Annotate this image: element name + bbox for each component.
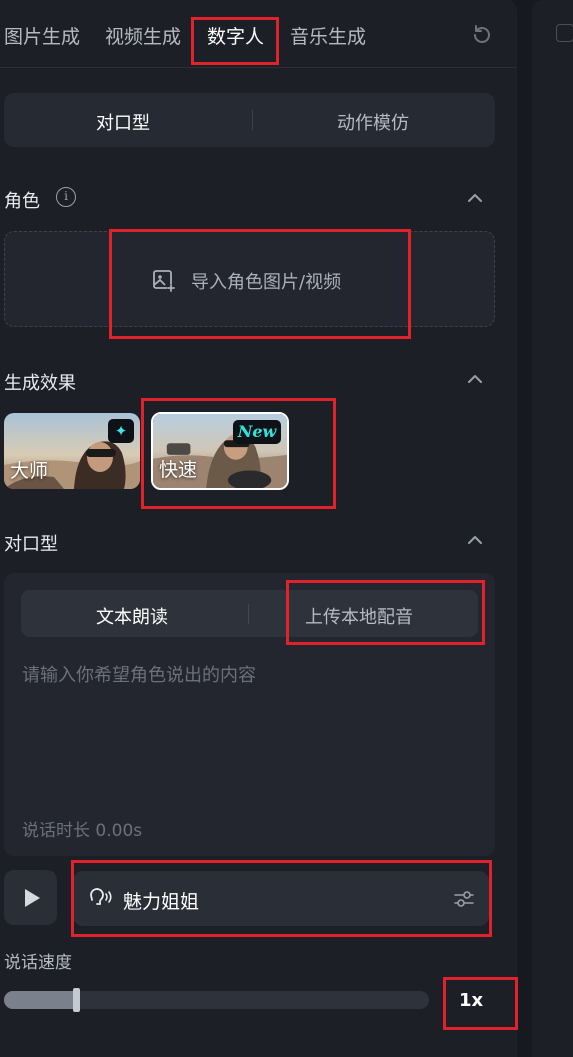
tab-video-gen[interactable]: 视频生成 <box>105 22 181 49</box>
effect-section-title: 生成效果 <box>4 373 76 394</box>
tab-music-gen[interactable]: 音乐生成 <box>290 22 366 49</box>
new-badge: New <box>233 420 281 444</box>
effect-option-label: 快速 <box>159 459 198 481</box>
select-checkbox[interactable] <box>556 24 573 42</box>
voice-name: 魅力姐姐 <box>123 891 200 913</box>
voice-icon <box>90 888 112 905</box>
speed-value[interactable]: 1x <box>459 990 483 1011</box>
role-section-title: 角色 <box>4 191 40 212</box>
active-tab-indicator <box>207 62 265 65</box>
lipsync-source-switch: 文本朗读 上传本地配音 <box>21 590 478 637</box>
image-add-icon <box>153 270 175 292</box>
digital-human-panel: 图片生成 视频生成 数字人 音乐生成 对口型 动作模仿 角色 i 导入角色图片/… <box>0 0 517 1057</box>
chevron-up-icon[interactable] <box>466 192 484 204</box>
tab-text-reading[interactable]: 文本朗读 <box>96 603 168 629</box>
tab-upload-local-audio[interactable]: 上传本地配音 <box>305 603 413 629</box>
effect-option-master[interactable]: ✦ 大师 <box>4 413 140 489</box>
refresh-icon[interactable] <box>470 23 494 47</box>
tab-digital-human[interactable]: 数字人 <box>207 22 264 49</box>
import-role-label: 导入角色图片/视频 <box>191 272 342 293</box>
settings-sliders-icon[interactable] <box>453 888 475 910</box>
mode-lipsync[interactable]: 对口型 <box>96 109 150 135</box>
play-preview-button[interactable] <box>4 870 57 925</box>
mode-motion-imitate[interactable]: 动作模仿 <box>337 109 409 135</box>
sparkle-badge: ✦ <box>108 419 134 443</box>
lipsync-divider <box>248 604 249 624</box>
speech-duration: 说话时长 0.00s <box>22 821 143 841</box>
voice-selector[interactable]: 魅力姐姐 <box>73 871 489 926</box>
tab-bar: 图片生成 视频生成 数字人 音乐生成 <box>0 0 517 68</box>
preview-panel <box>532 0 573 1057</box>
mode-divider <box>252 110 253 130</box>
effect-option-fast[interactable]: New 快速 <box>151 412 289 490</box>
lipsync-input-box: 文本朗读 上传本地配音 请输入你希望角色说出的内容 说话时长 0.00s <box>4 573 495 856</box>
effect-option-label: 大师 <box>10 460 49 482</box>
speed-slider-fill <box>4 991 76 1009</box>
tab-image-gen[interactable]: 图片生成 <box>4 22 80 49</box>
script-text-input[interactable]: 请输入你希望角色说出的内容 <box>22 661 256 687</box>
chevron-up-icon[interactable] <box>466 373 484 385</box>
speed-slider-handle[interactable] <box>73 988 80 1012</box>
import-role-dropzone[interactable]: 导入角色图片/视频 <box>4 231 495 327</box>
speed-section-title: 说话速度 <box>4 953 72 973</box>
play-icon <box>25 889 40 907</box>
speed-slider-track[interactable] <box>4 991 429 1009</box>
lipsync-section-title: 对口型 <box>4 534 58 555</box>
mode-switch: 对口型 动作模仿 <box>4 93 495 147</box>
chevron-up-icon[interactable] <box>466 534 484 546</box>
info-icon[interactable]: i <box>56 187 76 207</box>
